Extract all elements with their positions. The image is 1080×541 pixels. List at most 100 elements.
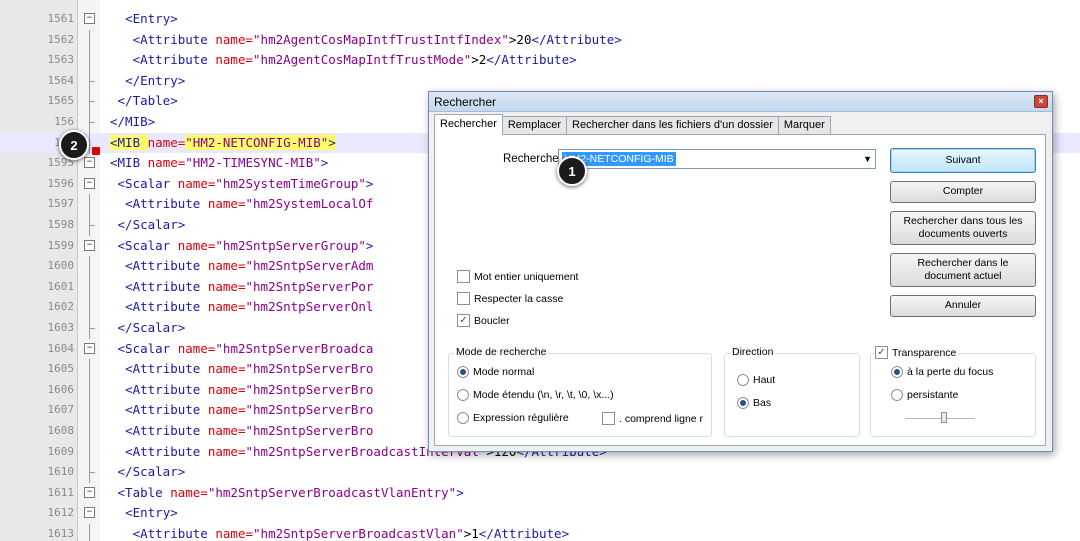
code-attr: name= bbox=[207, 258, 246, 273]
fold-toggle-icon[interactable]: − bbox=[84, 507, 95, 518]
code-line[interactable]: 1612 <Entry> − bbox=[0, 503, 1080, 523]
fold-toggle-icon[interactable]: − bbox=[84, 343, 95, 354]
mode-normal-label: Mode normal bbox=[473, 366, 535, 378]
dialog-titlebar[interactable]: Rechercher × bbox=[429, 92, 1052, 112]
code-attr: name= bbox=[177, 176, 216, 191]
tab-find[interactable]: Rechercher bbox=[434, 114, 503, 135]
transparency-slider-thumb[interactable] bbox=[940, 412, 947, 423]
radio-empty-icon bbox=[457, 412, 469, 424]
code-value: "hm2SntpServerBroadca bbox=[215, 341, 374, 356]
dropdown-arrow-icon[interactable]: ▼ bbox=[863, 154, 872, 164]
dialog-title: Rechercher bbox=[434, 95, 497, 109]
fold-end bbox=[89, 101, 95, 102]
persistent-radio[interactable]: persistante bbox=[891, 389, 958, 401]
code-text: </MIB> bbox=[110, 112, 155, 132]
transparency-checkbox[interactable]: ✓ Transparence bbox=[875, 346, 959, 359]
code-attr: name= bbox=[207, 402, 246, 417]
mode-regex-radio[interactable]: Expression régulière bbox=[457, 412, 569, 424]
line-number: 1610 bbox=[47, 465, 75, 478]
code-tag-open: <Attribute bbox=[125, 299, 208, 314]
code-line[interactable]: 1562 <Attribute name="hm2AgentCosMapIntf… bbox=[0, 30, 1080, 51]
code-attr: name= bbox=[207, 382, 246, 397]
direction-up-radio[interactable]: Haut bbox=[737, 374, 775, 386]
code-tag-open: </Scalar> bbox=[117, 320, 186, 335]
code-value: "hm2SntpServerPor bbox=[245, 279, 374, 294]
code-tag-open: <MIB bbox=[110, 135, 148, 150]
code-text: >1 bbox=[463, 526, 479, 541]
code-line[interactable]: 1561 <Entry> − bbox=[0, 9, 1080, 29]
tab-mark[interactable]: Marquer bbox=[777, 116, 831, 135]
mode-extended-radio[interactable]: Mode étendu (\n, \r, \t, \0, \x...) bbox=[457, 389, 614, 401]
code-tag-open: <Attribute bbox=[125, 382, 208, 397]
close-button[interactable]: × bbox=[1034, 95, 1048, 108]
whole-word-checkbox[interactable]: Mot entier uniquement bbox=[457, 270, 578, 283]
code-line[interactable]: 1563 <Attribute name="hm2AgentCosMapIntf… bbox=[0, 50, 1080, 71]
code-line[interactable]: 1611 <Table name="hm2SntpServerBroadcast… bbox=[0, 483, 1080, 503]
code-line[interactable]: 1564 </Entry> bbox=[0, 71, 1080, 92]
tab-find-in-files[interactable]: Rechercher dans les fichiers d'un dossie… bbox=[566, 116, 779, 135]
fold-toggle-icon[interactable]: − bbox=[84, 157, 95, 168]
search-label: Recherche : bbox=[503, 153, 566, 165]
bookmark-marker bbox=[92, 147, 100, 155]
radio-empty-icon bbox=[891, 389, 903, 401]
fold-toggle-icon[interactable]: − bbox=[84, 178, 95, 189]
code-text: <Table name="hm2SntpServerBroadcastVlanE… bbox=[110, 483, 464, 503]
code-line[interactable]: 1613 <Attribute name="hm2SntpServerBroad… bbox=[0, 524, 1080, 541]
mode-normal-radio[interactable]: Mode normal bbox=[457, 366, 534, 378]
mode-extended-label: Mode étendu (\n, \r, \t, \0, \x...) bbox=[473, 389, 614, 401]
code-line[interactable]: 1610 </Scalar> bbox=[0, 462, 1080, 483]
code-tag-open: <Attribute bbox=[132, 526, 216, 541]
code-text: <Attribute name="hm2SntpServerBro bbox=[110, 359, 373, 379]
fold-line bbox=[89, 277, 90, 298]
wrap-around-checkbox[interactable]: ✓ Boucler bbox=[457, 314, 510, 327]
find-panel: Recherche : HM2-NETCONFIG-MIB ▼ Suivant … bbox=[434, 134, 1046, 446]
fold-toggle-icon[interactable]: − bbox=[84, 13, 95, 24]
find-all-current-doc-button[interactable]: Rechercher dans le document actuel bbox=[890, 253, 1036, 287]
find-next-button[interactable]: Suivant bbox=[890, 148, 1036, 173]
fold-toggle-icon[interactable]: − bbox=[84, 240, 95, 251]
check-icon: ✓ bbox=[875, 346, 888, 359]
code-tag-open: </Scalar> bbox=[117, 217, 186, 232]
line-number: 1608 bbox=[47, 424, 75, 437]
code-tag-close: </Attribute> bbox=[486, 52, 577, 67]
code-value: "hm2AgentCosMapIntfTrustIntfIndex" bbox=[253, 32, 509, 47]
fold-toggle-icon[interactable]: − bbox=[84, 487, 95, 498]
line-number: 1607 bbox=[47, 403, 75, 416]
dot-matches-newline-checkbox[interactable]: . comprend ligne r bbox=[602, 412, 703, 425]
code-text: <Attribute name="hm2AgentCosMapIntfTrust… bbox=[110, 50, 577, 70]
line-number: 1596 bbox=[47, 177, 75, 190]
line-number: 1599 bbox=[47, 239, 75, 252]
fold-line bbox=[89, 297, 90, 318]
code-text: <Attribute name="hm2AgentCosMapIntfTrust… bbox=[110, 30, 622, 50]
line-number: 1611 bbox=[47, 486, 75, 499]
match-case-checkbox[interactable]: Respecter la casse bbox=[457, 292, 563, 305]
code-text: <Attribute name="hm2SntpServerOnl bbox=[110, 297, 373, 317]
code-text: <Attribute name="hm2SntpServerBro bbox=[110, 400, 373, 420]
line-number: 1609 bbox=[47, 445, 75, 458]
line-number: 1603 bbox=[47, 321, 75, 334]
count-button[interactable]: Compter bbox=[890, 181, 1036, 203]
cancel-button[interactable]: Annuler bbox=[890, 295, 1036, 317]
code-tag-open: <Attribute bbox=[132, 52, 216, 67]
code-value: "hm2SntpServerOnl bbox=[245, 299, 374, 314]
find-all-open-docs-button[interactable]: Rechercher dans tous les documents ouver… bbox=[890, 211, 1036, 245]
code-text: >2 bbox=[471, 52, 487, 67]
code-value: "hm2SntpServerBroadcastVlanEntry" bbox=[207, 485, 457, 500]
direction-down-label: Bas bbox=[753, 397, 772, 409]
code-attr: name= bbox=[177, 238, 216, 253]
code-text: <Scalar name="hm2SntpServerBroadca bbox=[110, 339, 374, 359]
tab-replace[interactable]: Remplacer bbox=[501, 116, 568, 135]
search-input[interactable]: HM2-NETCONFIG-MIB ▼ bbox=[558, 149, 876, 169]
code-tag-open: </Table> bbox=[117, 93, 178, 108]
fold-line bbox=[89, 400, 90, 421]
on-focus-loss-radio[interactable]: à la perte du focus bbox=[891, 366, 993, 378]
code-tag-open: <Table bbox=[117, 485, 171, 500]
direction-down-radio[interactable]: Bas bbox=[737, 397, 771, 409]
dot-matches-newline-label: . comprend ligne r bbox=[619, 412, 704, 425]
